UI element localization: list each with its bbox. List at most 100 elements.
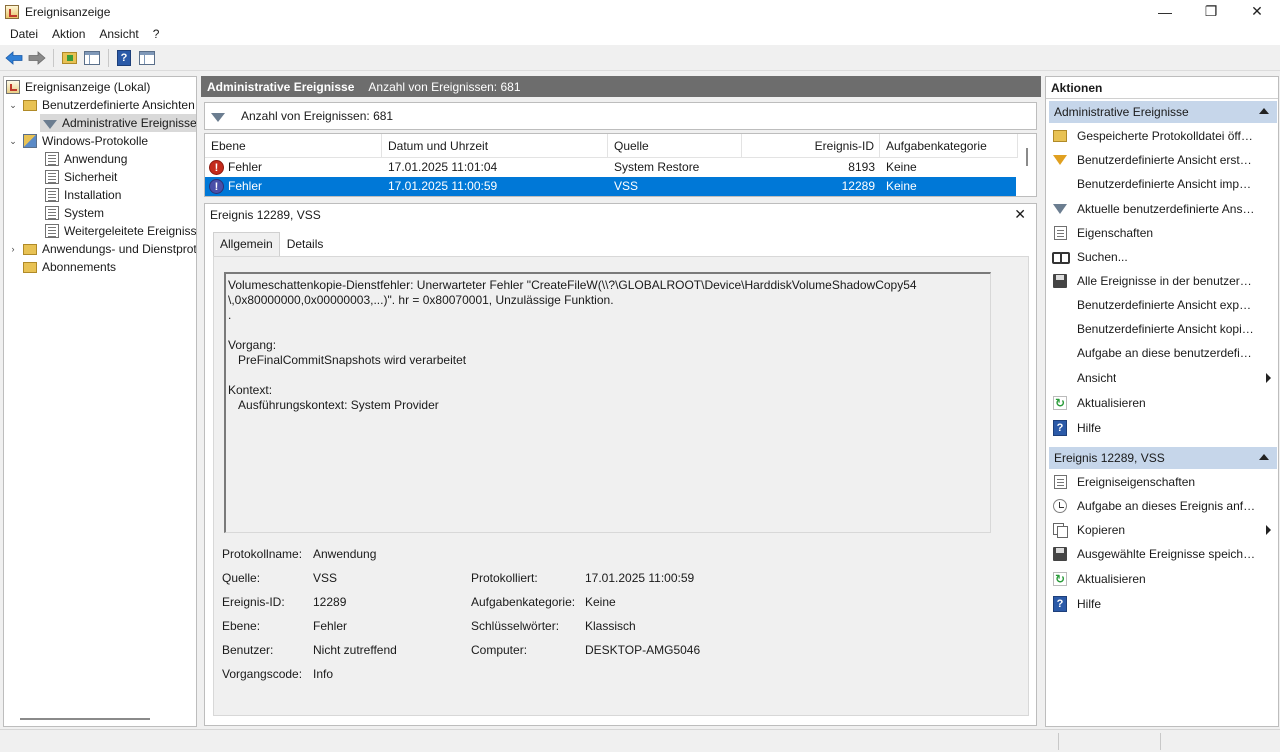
- column-event-id[interactable]: Ereignis-ID: [742, 134, 880, 158]
- action-view-submenu[interactable]: Ansicht: [1049, 367, 1277, 389]
- tree-item-applications-and-services-logs[interactable]: › Anwendungs- und Dienstprotokolle: [8, 240, 197, 258]
- tree-horizontal-scrollbar[interactable]: [20, 718, 150, 720]
- event-message[interactable]: Volumeschattenkopie-Dienstfehler: Unerwa…: [224, 272, 991, 533]
- tree-item-administrative-events[interactable]: Administrative Ereignisse: [40, 114, 196, 132]
- menu-action[interactable]: Aktion: [45, 23, 92, 45]
- table-row-selected[interactable]: ! Fehler 17.01.2025 11:00:59 VSS 12289 K…: [205, 177, 1016, 196]
- action-label: Gespeicherte Protokolldatei öffnen...: [1077, 129, 1257, 143]
- action-properties[interactable]: Eigenschaften: [1049, 222, 1277, 244]
- action-label: Ereigniseigenschaften: [1077, 475, 1196, 489]
- tree-item-label: Sicherheit: [64, 170, 118, 184]
- actions-section-event[interactable]: Ereignis 12289, VSS: [1049, 447, 1277, 469]
- column-source[interactable]: Quelle: [608, 134, 742, 158]
- table-row[interactable]: ! Fehler 17.01.2025 11:01:04 System Rest…: [205, 158, 1016, 177]
- prop-label-computer: Computer:: [471, 643, 528, 657]
- action-label: Benutzerdefinierte Ansicht importieren..…: [1077, 177, 1257, 191]
- window-controls: — ❐ ✕: [1142, 0, 1280, 23]
- show-hide-action-pane-button[interactable]: [136, 48, 158, 68]
- tree-item-windows-logs[interactable]: ⌄ Windows-Protokolle: [8, 132, 148, 150]
- tree-item-application[interactable]: Anwendung: [45, 150, 127, 168]
- create-custom-view-icon: [1052, 152, 1068, 168]
- up-one-level-button[interactable]: [58, 48, 80, 68]
- tree-item-system[interactable]: System: [45, 204, 104, 222]
- column-level[interactable]: Ebene: [205, 134, 382, 158]
- show-hide-console-tree-button[interactable]: [81, 48, 103, 68]
- events-table[interactable]: Ebene Datum und Uhrzeit Quelle Ereignis-…: [204, 133, 1037, 197]
- cell-source: VSS: [614, 179, 639, 193]
- event-detail-title: Ereignis 12289, VSS: [210, 208, 321, 222]
- tree-item-security[interactable]: Sicherheit: [45, 168, 117, 186]
- back-button[interactable]: [3, 48, 25, 68]
- action-label: Alle Ereignisse in der benutzerdefiniert…: [1077, 274, 1257, 288]
- open-folder-icon: [1052, 128, 1068, 144]
- events-vertical-scrollbar[interactable]: [1026, 148, 1028, 166]
- tree-item-event-viewer-local[interactable]: Ereignisanzeige (Lokal): [6, 78, 150, 96]
- action-attach-task-to-event[interactable]: Aufgabe an dieses Ereignis anfügen...: [1049, 495, 1277, 517]
- action-label: Eigenschaften: [1077, 226, 1154, 240]
- action-refresh-event[interactable]: ↻ Aktualisieren: [1049, 568, 1277, 590]
- prop-value-opcode: Info: [313, 667, 334, 681]
- tree-item-subscriptions[interactable]: Abonnements: [23, 258, 116, 276]
- close-button[interactable]: ✕: [1234, 0, 1280, 23]
- prop-value-source: VSS: [313, 571, 338, 585]
- events-table-header: Ebene Datum und Uhrzeit Quelle Ereignis-…: [205, 134, 1018, 158]
- maximize-button[interactable]: ❐: [1188, 0, 1234, 23]
- column-task-category[interactable]: Aufgabenkategorie: [880, 134, 1018, 158]
- save-icon: [1052, 273, 1068, 289]
- action-label: Kopieren: [1077, 523, 1126, 537]
- action-label: Benutzerdefinierte Ansicht erstellen...: [1077, 153, 1257, 167]
- action-export-custom-view[interactable]: Benutzerdefinierte Ansicht exportieren..…: [1049, 294, 1277, 316]
- action-filter-current-custom-view[interactable]: Aktuelle benutzerdefinierte Ansicht filt…: [1049, 198, 1277, 220]
- action-create-custom-view[interactable]: Benutzerdefinierte Ansicht erstellen...: [1049, 149, 1277, 171]
- tab-details[interactable]: Details: [280, 232, 331, 256]
- action-help-event[interactable]: ? Hilfe: [1049, 593, 1277, 615]
- cell-level: Fehler: [228, 160, 263, 174]
- action-refresh[interactable]: ↻ Aktualisieren: [1049, 392, 1277, 414]
- window-title: Ereignisanzeige: [25, 4, 111, 19]
- action-copy-custom-view[interactable]: Benutzerdefinierte Ansicht kopieren...: [1049, 318, 1277, 340]
- prop-label-keywords: Schlüsselwörter:: [471, 619, 560, 633]
- action-label: Aktualisieren: [1077, 396, 1146, 410]
- action-event-properties[interactable]: Ereigniseigenschaften: [1049, 471, 1277, 493]
- log-icon: [45, 188, 59, 202]
- tree-item-custom-views[interactable]: ⌄ Benutzerdefinierte Ansichten: [8, 96, 195, 114]
- help-button[interactable]: ?: [113, 48, 135, 68]
- minimize-button[interactable]: —: [1142, 0, 1188, 23]
- prop-value-task-category: Keine: [585, 595, 616, 609]
- console-tree[interactable]: Ereignisanzeige (Lokal) ⌄ Benutzerdefini…: [3, 76, 197, 727]
- cell-category: Keine: [886, 160, 917, 174]
- collapse-icon[interactable]: [1259, 454, 1269, 460]
- menu-view[interactable]: Ansicht: [92, 23, 145, 45]
- chevron-down-icon[interactable]: ⌄: [8, 100, 18, 110]
- menu-file[interactable]: Datei: [3, 23, 45, 45]
- tree-item-label: System: [64, 206, 105, 220]
- prop-value-event-id: 12289: [313, 595, 347, 609]
- column-datetime[interactable]: Datum und Uhrzeit: [382, 134, 608, 158]
- menu-help[interactable]: ?: [146, 23, 167, 45]
- action-find[interactable]: Suchen...: [1049, 246, 1277, 268]
- action-save-selected-events[interactable]: Ausgewählte Ereignisse speichern...: [1049, 543, 1277, 565]
- back-arrow-icon: [5, 50, 23, 65]
- action-attach-task-to-view[interactable]: Aufgabe an diese benutzerdefinierte Ansi…: [1049, 342, 1277, 364]
- tree-item-forwarded-events[interactable]: Weitergeleitete Ereignisse: [45, 222, 196, 240]
- actions-section-administrative-events[interactable]: Administrative Ereignisse: [1049, 101, 1277, 123]
- section-title: Administrative Ereignisse: [1054, 105, 1189, 119]
- action-open-saved-log[interactable]: Gespeicherte Protokolldatei öffnen...: [1049, 125, 1277, 147]
- action-import-custom-view[interactable]: Benutzerdefinierte Ansicht importieren..…: [1049, 173, 1277, 195]
- collapse-icon[interactable]: [1259, 108, 1269, 114]
- action-label: Hilfe: [1077, 597, 1102, 611]
- forward-button[interactable]: [26, 48, 48, 68]
- chevron-down-icon[interactable]: ⌄: [8, 136, 18, 146]
- action-copy[interactable]: Kopieren: [1049, 519, 1277, 541]
- chevron-right-icon[interactable]: ›: [8, 244, 18, 254]
- action-save-all-events[interactable]: Alle Ereignisse in der benutzerdefiniert…: [1049, 270, 1277, 292]
- log-icon: [45, 206, 59, 220]
- action-help[interactable]: ? Hilfe: [1049, 417, 1277, 439]
- copy-icon: [1052, 522, 1068, 538]
- close-detail-button[interactable]: ✕: [1014, 206, 1026, 223]
- menu-bar: Datei Aktion Ansicht ?: [0, 23, 1280, 45]
- log-icon: [45, 224, 59, 238]
- tab-general[interactable]: Allgemein: [213, 232, 280, 257]
- tree-item-setup[interactable]: Installation: [45, 186, 121, 204]
- action-label: Ansicht: [1077, 371, 1117, 385]
